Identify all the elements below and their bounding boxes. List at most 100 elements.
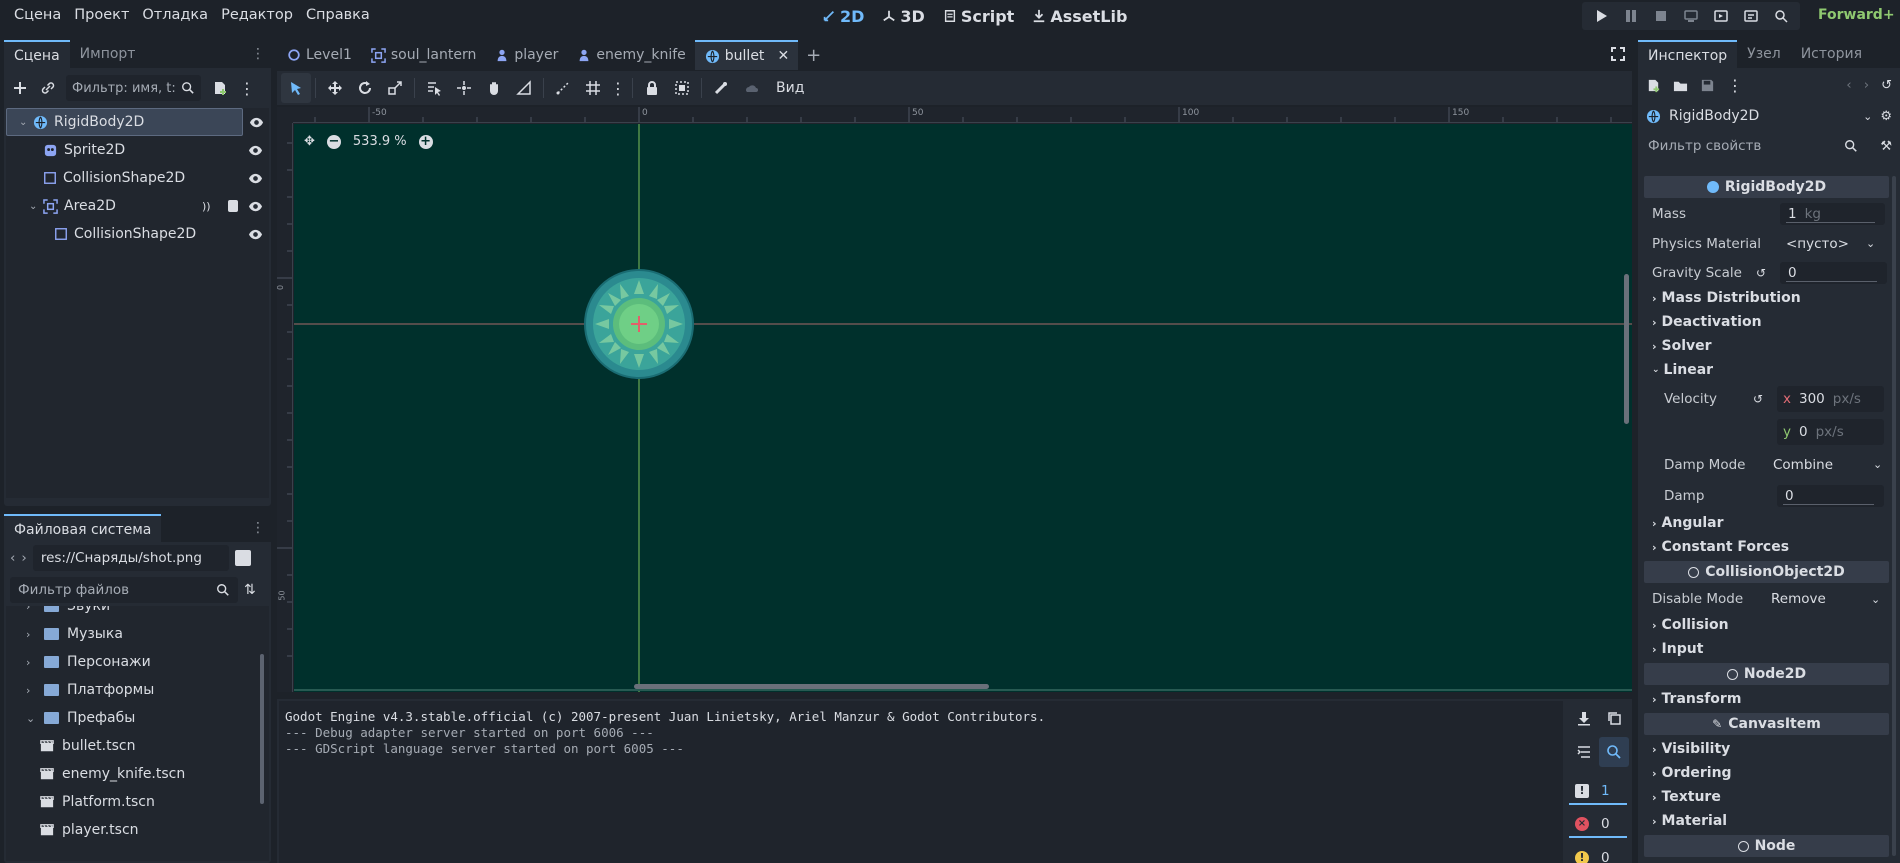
pivot-tool-icon[interactable] [449,73,479,103]
scene-filter-input[interactable]: Фильтр: имя, t: [66,75,201,101]
zoom-in-icon[interactable]: + [418,134,433,149]
velocity-x-field[interactable]: x 300 px/s [1777,385,1884,412]
rotate-tool-icon[interactable] [350,73,380,103]
menu-item[interactable]: Отладка [136,0,215,30]
distraction-free-icon[interactable] [1610,46,1626,62]
class-header-node[interactable]: Node [1644,835,1889,857]
expand-arrow-icon[interactable]: ⌄ [19,117,31,128]
history-forward-icon[interactable]: › [1864,77,1869,93]
menu-item[interactable]: Сцена [8,0,68,30]
particles-icon[interactable] [736,73,766,103]
warning-count[interactable]: ! 0 [1569,845,1627,863]
section-ordering[interactable]: › Ordering [1644,761,1889,785]
chevron-down-icon[interactable]: ⌄ [26,712,40,725]
chevron-right-icon[interactable]: › [26,628,40,641]
scene-menu-icon[interactable]: ⋮ [239,79,255,98]
section-deactivation[interactable]: › Deactivation [1644,310,1889,334]
visibility-eye-icon[interactable] [248,171,263,186]
workspace-script[interactable]: Script [943,7,1014,26]
lock-icon[interactable] [637,73,667,103]
visibility-eye-icon[interactable] [248,143,263,158]
workspace-2d[interactable]: 2D [822,7,864,26]
clear-output-icon[interactable] [1569,703,1599,733]
zoom-level[interactable]: 533.9 % [353,134,407,149]
zoom-out-icon[interactable]: − [326,134,341,149]
forward-icon[interactable]: › [21,550,26,566]
section-transform[interactable]: › Transform [1644,687,1889,711]
scene-node[interactable]: CollisionShape2D [6,164,269,192]
file-item[interactable]: ⌄ Префабы [6,704,269,732]
scene-node[interactable]: CollisionShape2D [6,220,269,248]
recent-history-icon[interactable]: ↺ [1881,78,1892,93]
object-settings-icon[interactable]: ⚙ [1880,109,1892,124]
inspected-object[interactable]: RigidBody2D [1669,108,1759,124]
section-material[interactable]: › Material [1644,809,1889,833]
class-header-canvasitem[interactable]: ✎ CanvasItem [1644,713,1889,735]
section-texture[interactable]: › Texture [1644,785,1889,809]
filter-output-icon[interactable] [1599,737,1629,767]
menu-item[interactable]: Редактор [215,0,300,30]
visibility-eye-icon[interactable] [248,227,263,242]
velocity-y-field[interactable]: y 0 px/s [1777,418,1884,445]
section-collision[interactable]: › Collision [1644,613,1889,637]
section-solver[interactable]: › Solver [1644,334,1889,358]
scale-tool-icon[interactable] [380,73,410,103]
scene-node[interactable]: ⌄ Area2D)) [6,192,269,220]
gravity-field[interactable]: 0 [1780,262,1887,284]
sort-icon[interactable]: ⇅ [244,582,256,598]
play-icon[interactable] [1586,1,1616,31]
path-field[interactable]: res://Снаряды/shot.png [32,545,229,571]
pause-icon[interactable] [1616,1,1646,31]
snap-options-icon[interactable]: ⋮ [608,73,628,103]
list-select-icon[interactable] [419,73,449,103]
split-mode-icon[interactable] [234,550,251,566]
inspector-menu-icon[interactable]: ⋮ [1727,76,1743,95]
tab-history[interactable]: История [1791,40,1872,68]
message-count[interactable]: ! 1 [1569,779,1627,805]
chevron-right-icon[interactable]: › [26,606,40,613]
file-item[interactable]: › Музыка [6,620,269,648]
skeleton-icon[interactable] [706,73,736,103]
back-icon[interactable]: ‹ [10,550,15,566]
center-view-icon[interactable]: ✥ [304,134,315,149]
file-item[interactable]: Platform.tscn [6,788,269,816]
file-item[interactable]: enemy_knife.tscn [6,760,269,788]
h-scrollbar[interactable] [634,684,989,689]
group-icon[interactable] [667,73,697,103]
ruler-tool-icon[interactable] [509,73,539,103]
bullet-sprite[interactable] [583,268,695,380]
visibility-eye-icon[interactable] [248,199,263,214]
section-input[interactable]: › Input [1644,637,1889,661]
movie-maker-icon[interactable] [1766,1,1796,31]
output-log[interactable]: Godot Engine v4.3.stable.official (c) 20… [279,701,1563,863]
stop-icon[interactable] [1646,1,1676,31]
class-header-node2d[interactable]: Node2D [1644,663,1889,685]
tab-inspector[interactable]: Инспектор [1638,40,1738,68]
tab-import[interactable]: Импорт [70,40,146,68]
section-linear[interactable]: ⌄ Linear [1644,358,1889,382]
chevron-down-icon[interactable]: ⌄ [1871,593,1880,606]
section-visibility[interactable]: › Visibility [1644,737,1889,761]
script-icon[interactable] [228,200,238,212]
revert-icon[interactable]: ↺ [1756,266,1780,280]
collapse-icon[interactable] [1569,737,1599,767]
menu-item[interactable]: Проект [68,0,136,30]
class-header-rigidbody[interactable]: RigidBody2D [1644,176,1889,198]
inspector-scrollbar[interactable] [1892,176,1896,856]
dock-menu-icon[interactable]: ⋮ [251,46,265,62]
attach-script-icon[interactable] [209,73,231,103]
view-menu[interactable]: Вид [766,80,814,96]
file-item[interactable]: bullet.tscn [6,732,269,760]
scene-tab[interactable]: player [485,40,567,70]
scene-tab[interactable]: bullet ✕ [694,40,799,70]
move-tool-icon[interactable] [320,73,350,103]
instance-scene-icon[interactable] [38,73,58,103]
section-angular[interactable]: › Angular [1644,511,1889,535]
copy-output-icon[interactable] [1599,703,1629,733]
scrollbar[interactable] [260,654,264,804]
file-item[interactable]: player.tscn [6,816,269,844]
play-custom-scene-icon[interactable] [1736,1,1766,31]
scene-tab[interactable]: Level1 [277,40,361,70]
v-scrollbar[interactable] [1624,274,1629,424]
scene-node[interactable]: Sprite2D [6,136,269,164]
